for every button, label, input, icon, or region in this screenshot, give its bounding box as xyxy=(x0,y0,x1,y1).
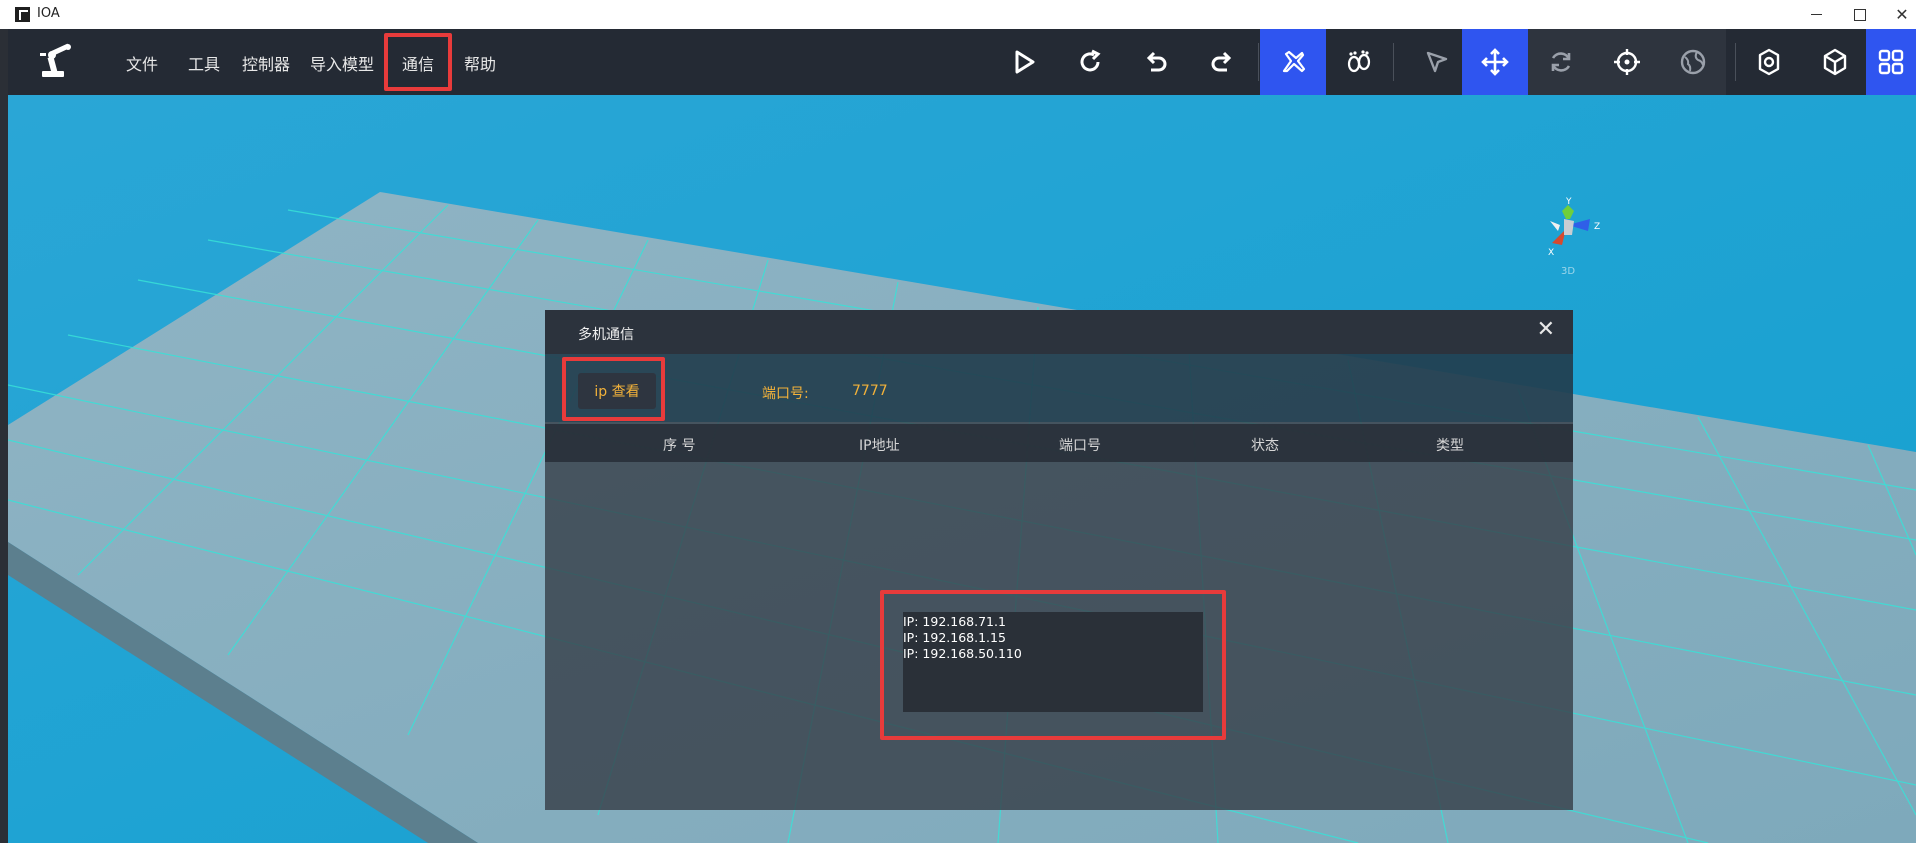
gizmo-axis-y: Y xyxy=(1565,197,1572,207)
ip-list-highlight-box xyxy=(880,590,1226,740)
multi-machine-communication-dialog: 多机通信 ✕ ip 查看 端口号: 7777 序 号 IP地址 端口号 状态 类… xyxy=(545,310,1573,810)
column-type: 类型 xyxy=(1436,438,1464,454)
dialog-close-icon[interactable]: ✕ xyxy=(1537,319,1555,341)
grid-apps-icon[interactable] xyxy=(1866,29,1916,95)
menu-help[interactable]: 帮助 xyxy=(464,51,496,75)
sync-icon[interactable] xyxy=(1528,29,1594,95)
pointer-icon[interactable] xyxy=(1404,29,1470,95)
title-bar: IOA ✕ xyxy=(0,0,1916,29)
menu-controller[interactable]: 控制器 xyxy=(242,51,290,75)
toolbar-separator xyxy=(1258,43,1259,81)
toolbar-separator xyxy=(1393,43,1394,81)
column-status: 状态 xyxy=(1251,438,1279,454)
window-title: IOA xyxy=(37,6,60,21)
window-close-icon[interactable]: ✕ xyxy=(1882,0,1916,29)
menu-import-model[interactable]: 导入模型 xyxy=(310,51,374,75)
left-edge-bar xyxy=(0,29,8,843)
port-label: 端口号: xyxy=(762,386,809,402)
app-logo-icon xyxy=(15,7,30,22)
column-port: 端口号 xyxy=(1059,438,1101,454)
footprints-icon[interactable] xyxy=(1326,29,1392,95)
main-toolbar: 文件 工具 控制器 导入模型 通信 帮助 xyxy=(8,29,1916,95)
table-header: 序 号 IP地址 端口号 状态 类型 xyxy=(545,424,1573,462)
target-icon[interactable] xyxy=(1594,29,1660,95)
dialog-header: 多机通信 ✕ xyxy=(545,310,1573,354)
globe-icon[interactable] xyxy=(1660,29,1726,95)
communication-highlight-box xyxy=(384,33,452,91)
minimize-icon[interactable] xyxy=(1796,0,1836,29)
menu-tools[interactable]: 工具 xyxy=(188,51,220,75)
column-ip-address: IP地址 xyxy=(859,438,900,454)
gizmo-mode-label: 3D xyxy=(1561,266,1575,277)
redo-icon[interactable] xyxy=(1189,29,1255,95)
port-value: 7777 xyxy=(852,383,888,399)
maximize-icon[interactable] xyxy=(1840,0,1880,29)
cube-icon[interactable] xyxy=(1802,29,1868,95)
settings-icon[interactable] xyxy=(1736,29,1802,95)
dialog-title: 多机通信 xyxy=(578,327,634,343)
gizmo-axis-x: X xyxy=(1548,248,1554,258)
robot-arm-logo-icon xyxy=(38,43,78,79)
fly-icon[interactable] xyxy=(1260,29,1326,95)
play-icon[interactable] xyxy=(991,29,1057,95)
column-index: 序 号 xyxy=(663,438,696,454)
undo-icon[interactable] xyxy=(1123,29,1189,95)
redo-rotate-icon[interactable] xyxy=(1057,29,1123,95)
menu-file[interactable]: 文件 xyxy=(126,51,158,75)
ip-button-highlight-box xyxy=(562,357,665,421)
dialog-toolbar: ip 查看 端口号: 7777 xyxy=(545,354,1573,422)
move-arrows-icon[interactable] xyxy=(1462,29,1528,95)
gizmo-axis-z: Z xyxy=(1594,222,1600,232)
orientation-gizmo[interactable]: Y Z X 3D xyxy=(1528,195,1608,285)
